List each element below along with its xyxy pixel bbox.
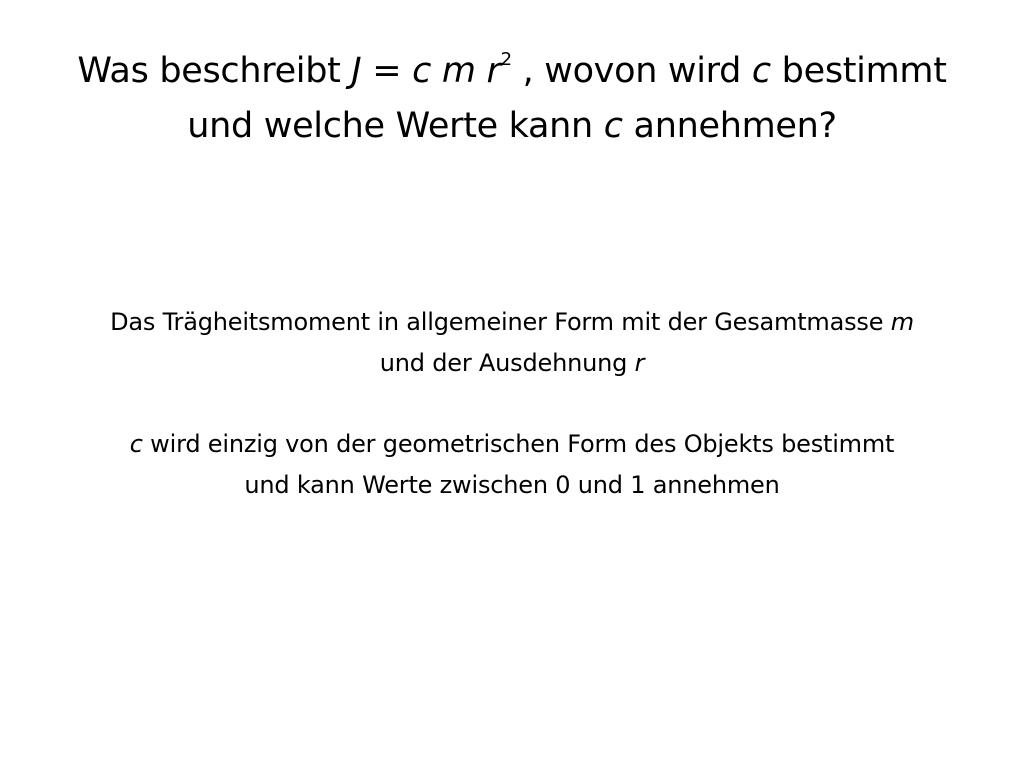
title-line-2: und welche Werte kann c annehmen? bbox=[40, 99, 984, 154]
formula-m: m bbox=[441, 51, 476, 91]
answer-2-var-c: c bbox=[129, 430, 143, 458]
title-line2-prefix: und welche Werte kann bbox=[187, 106, 604, 146]
title-line-1: Was beschreibt J = c m r2 , wovon wird c… bbox=[40, 44, 984, 99]
title-line2-var-c: c bbox=[603, 106, 623, 146]
title-end: bestimmt bbox=[770, 51, 947, 91]
answer-2-line-2: und kann Werte zwischen 0 und 1 annehmen bbox=[30, 465, 994, 506]
formula-equals: = bbox=[361, 51, 413, 91]
answer-1-line-1-text: Das Trägheitsmoment in allgemeiner Form … bbox=[110, 308, 891, 336]
answer-2-line-1-text: wird einzig von der geometrischen Form d… bbox=[142, 430, 895, 458]
answer-1-var-r: r bbox=[634, 349, 645, 377]
answer-2-line-1: c wird einzig von der geometrischen Form… bbox=[30, 424, 994, 465]
answer-1-line-2: und der Ausdehnung r bbox=[30, 343, 994, 384]
answer-1-line-2-text: und der Ausdehnung bbox=[379, 349, 635, 377]
title-suffix: , wovon wird bbox=[511, 51, 752, 91]
title-prefix: Was beschreibt bbox=[77, 51, 352, 91]
answer-paragraph-1: Das Trägheitsmoment in allgemeiner Form … bbox=[30, 302, 994, 384]
title-line2-end: annehmen? bbox=[622, 106, 838, 146]
slide-title: Was beschreibt J = c m r2 , wovon wird c… bbox=[40, 44, 984, 154]
formula-c: c bbox=[412, 51, 432, 91]
answer-2-line-2-text: und kann Werte zwischen 0 und 1 annehmen bbox=[244, 471, 780, 499]
formula-r: r bbox=[486, 51, 501, 91]
answer-paragraph-2: c wird einzig von der geometrischen Form… bbox=[30, 424, 994, 506]
formula-exponent: 2 bbox=[500, 49, 512, 71]
answer-1-var-m: m bbox=[890, 308, 914, 336]
answer-1-line-1: Das Trägheitsmoment in allgemeiner Form … bbox=[30, 302, 994, 343]
title-var-c: c bbox=[751, 51, 771, 91]
formula-J: J bbox=[351, 51, 362, 91]
slide: Was beschreibt J = c m r2 , wovon wird c… bbox=[0, 0, 1024, 768]
